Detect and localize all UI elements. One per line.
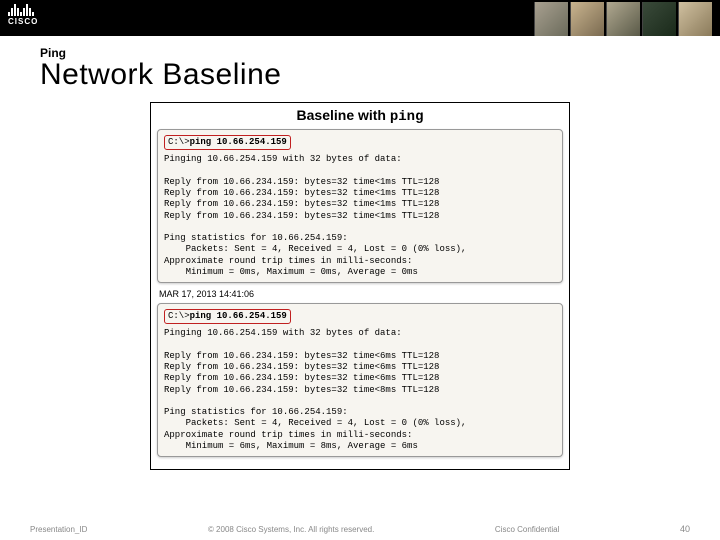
command-line-1: C:\>ping 10.66.254.159 <box>164 135 291 150</box>
timestamp: MAR 17, 2013 14:41:06 <box>159 289 563 299</box>
page-number: 40 <box>680 524 690 534</box>
panel-title: Baseline with ping <box>157 107 563 125</box>
logo-bars-icon <box>8 2 34 16</box>
footer-center: © 2008 Cisco Systems, Inc. All rights re… <box>208 525 374 534</box>
photo-strip <box>534 2 712 36</box>
command-text: ping 10.66.254.159 <box>190 137 287 147</box>
terminal-box-2: C:\>ping 10.66.254.159 Pinging 10.66.254… <box>157 303 563 457</box>
photo-thumb <box>606 2 640 36</box>
photo-thumb <box>570 2 604 36</box>
prompt: C:\> <box>168 137 190 147</box>
cisco-logo: CISCO <box>8 2 38 26</box>
slide-header: Ping Network Baseline <box>0 36 720 96</box>
slide-title: Network Baseline <box>40 58 680 92</box>
prompt: C:\> <box>168 311 190 321</box>
footer-left: Presentation_ID <box>30 525 87 534</box>
footer: Presentation_ID © 2008 Cisco Systems, In… <box>0 524 720 534</box>
photo-thumb <box>534 2 568 36</box>
top-bar: CISCO <box>0 0 720 36</box>
photo-thumb <box>678 2 712 36</box>
photo-thumb <box>642 2 676 36</box>
footer-right: Cisco Confidential <box>495 525 559 534</box>
panel-title-text: Baseline with <box>297 107 390 123</box>
command-text: ping 10.66.254.159 <box>190 311 287 321</box>
content-panel: Baseline with ping C:\>ping 10.66.254.15… <box>150 102 570 470</box>
terminal-output-1: Pinging 10.66.254.159 with 32 bytes of d… <box>164 154 556 278</box>
terminal-output-2: Pinging 10.66.254.159 with 32 bytes of d… <box>164 328 556 452</box>
panel-title-mono: ping <box>390 109 424 125</box>
command-line-2: C:\>ping 10.66.254.159 <box>164 309 291 324</box>
terminal-box-1: C:\>ping 10.66.254.159 Pinging 10.66.254… <box>157 129 563 283</box>
logo-text: CISCO <box>8 17 38 26</box>
